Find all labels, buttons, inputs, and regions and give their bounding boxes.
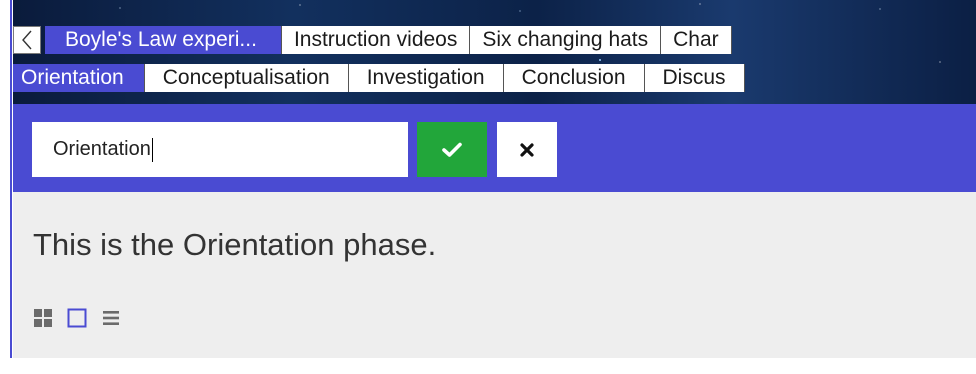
cancel-button[interactable] <box>497 122 557 177</box>
tab-conceptualisation[interactable]: Conceptualisation <box>144 64 349 92</box>
phase-edit-bar: Orientation <box>13 104 976 192</box>
text-caret <box>151 137 153 162</box>
tab-orientation[interactable]: Orientation <box>13 64 145 92</box>
tab-six-changing-hats[interactable]: Six changing hats <box>470 26 662 54</box>
app-window: Boyle's Law experi... Instruction videos… <box>0 0 976 374</box>
tab-boyles-law[interactable]: Boyle's Law experi... <box>45 26 282 54</box>
view-mode-toolbar <box>33 308 135 328</box>
tab-instruction-videos[interactable]: Instruction videos <box>281 26 471 54</box>
phase-content: This is the Orientation phase. <box>13 192 976 358</box>
tab-investigation[interactable]: Investigation <box>348 64 504 92</box>
phase-description: This is the Orientation phase. <box>33 227 437 262</box>
close-icon <box>520 142 534 157</box>
bottom-margin <box>0 358 976 374</box>
list-view-icon[interactable] <box>101 308 121 328</box>
left-border <box>0 0 13 374</box>
phase-tab-bar: Orientation Conceptualisation Investigat… <box>13 64 745 92</box>
phase-name-value: Orientation <box>53 138 151 160</box>
confirm-button[interactable] <box>417 122 487 177</box>
chevron-left-icon <box>22 30 32 50</box>
phase-name-input[interactable]: Orientation <box>32 122 408 177</box>
grid-view-icon[interactable] <box>33 308 53 328</box>
tab-char[interactable]: Char <box>661 26 732 54</box>
check-icon <box>442 142 462 157</box>
tab-conclusion[interactable]: Conclusion <box>503 64 645 92</box>
back-button[interactable] <box>13 26 41 54</box>
tab-discussion[interactable]: Discus <box>644 64 745 92</box>
top-tab-bar: Boyle's Law experi... Instruction videos… <box>13 26 732 54</box>
single-view-icon[interactable] <box>67 308 87 328</box>
